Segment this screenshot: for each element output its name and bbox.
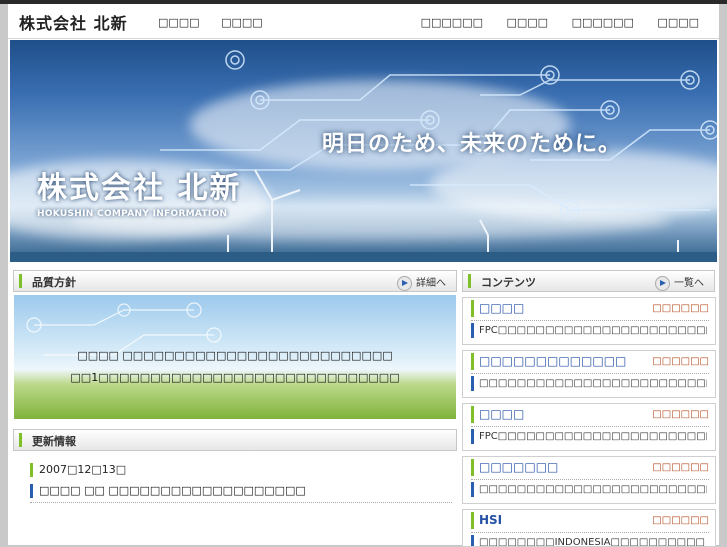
content-item-5[interactable]: HSI □□□□□□ □□□□□□□□INDONESIA□□□□□□□□□□ (462, 509, 716, 547)
content-item-title[interactable]: □□□□ (471, 300, 524, 317)
nav-left-item-2[interactable]: □□□□ (221, 16, 263, 29)
contents-panel-header: コンテンツ 一覧へ (462, 270, 715, 292)
content-item-desc: □□□□□□□□□□□□□□□□□□□□□□□□□□ (471, 482, 707, 497)
contents-more-label: 一覧へ (674, 278, 704, 289)
quality-more-label: 詳細へ (416, 278, 446, 289)
site-logo[interactable]: 株式会社 北新 (19, 10, 128, 34)
news-panel-header: 更新情報 (13, 429, 457, 451)
nav-right-item-3[interactable]: □□□□□□ (572, 16, 634, 29)
page-container: 株式会社 北新 □□□□ □□□□ □□□□□□ □□□□ □□□□□□ □□□… (8, 4, 719, 547)
content-item-desc: □□□□□□□□INDONESIA□□□□□□□□□□ (471, 535, 707, 546)
divider (471, 532, 709, 533)
hero-company-english: HOKUSHIN COMPANY INFORMATION (37, 209, 228, 219)
content-item-4[interactable]: □□□□□□□ □□□□□□ □□□□□□□□□□□□□□□□□□□□□□□□□… (462, 456, 716, 504)
quality-more-link[interactable]: 詳細へ (397, 274, 446, 291)
quality-line-1: □□□□ □□□□□□□□□□□□□□□□□□□□□□□□□□ (77, 349, 393, 362)
nav-left-item-1[interactable]: □□□□ (158, 16, 200, 29)
nav-left: □□□□ □□□□ (158, 16, 281, 29)
quality-title: 品質方針 (32, 276, 76, 289)
contents-more-link[interactable]: 一覧へ (655, 274, 704, 291)
nav-right-item-1[interactable]: □□□□□□ (421, 16, 483, 29)
site-header: 株式会社 北新 □□□□ □□□□ □□□□□□ □□□□ □□□□□□ □□□… (8, 4, 719, 39)
divider (471, 426, 709, 427)
content-item-tag: □□□□□□ (652, 462, 709, 473)
hero-tagline: 明日のため、未来のために。 (322, 132, 622, 157)
content-item-tag: □□□□□□ (652, 409, 709, 420)
content-item-title[interactable]: □□□□ (471, 406, 524, 423)
nav-right-item-2[interactable]: □□□□ (506, 16, 548, 29)
news-list: 2007□12□13□ □□□□ □□ □□□□□□□□□□□□□□□□□□□ (14, 456, 456, 516)
divider (471, 373, 709, 374)
content-item-tag: □□□□□□ (652, 356, 709, 367)
content-item-title[interactable]: □□□□□□□□□□□□□ (471, 353, 626, 370)
content-item-2[interactable]: □□□□□□□□□□□□□ □□□□□□ □□□□□□□□□□□□□□□□□□□… (462, 350, 716, 398)
quality-panel-header: 品質方針 詳細へ (13, 270, 457, 292)
content-item-3[interactable]: □□□□ □□□□□□ FPC□□□□□□□□□□□□□□□□□□□□□□□□□ (462, 403, 716, 451)
content-item-desc: FPC□□□□□□□□□□□□□□□□□□□□□□□□□□□□□□□□□□ (471, 323, 707, 338)
content-item-tag: □□□□□□ (652, 515, 709, 526)
nav-right: □□□□□□ □□□□ □□□□□□ □□□□ (401, 16, 699, 29)
hero-company-name: 株式会社 北新 (37, 171, 242, 206)
hero-banner: 明日のため、未来のために。 株式会社 北新 HOKUSHIN COMPANY I… (10, 40, 717, 262)
content-item-1[interactable]: □□□□ □□□□□□ FPC□□□□□□□□□□□□□□□□□□□□□□□□□… (462, 297, 716, 345)
content-item-title[interactable]: □□□□□□□ (471, 459, 558, 476)
contents-title: コンテンツ (481, 276, 536, 289)
content-item-title[interactable]: HSI (471, 512, 502, 529)
content-item-tag: □□□□□□ (652, 303, 709, 314)
quality-line-2: □□1□□□□□□□□□□□□□□□□□□□□□□□□□□□□□ (70, 371, 400, 384)
accent-bar (468, 274, 471, 288)
play-arrow-icon (655, 275, 670, 291)
divider (30, 502, 452, 503)
content-item-desc: □□□□□□□□□□□□□□□□□□□□□□□□□□□□□□□□□□□□□ (471, 376, 707, 391)
accent-bar (19, 274, 22, 288)
hero-company-logo: 株式会社 北新 HOKUSHIN COMPANY INFORMATION (37, 163, 241, 219)
news-item-link[interactable]: □□□□ □□ □□□□□□□□□□□□□□□□□□□ (30, 484, 306, 498)
news-date: 2007□12□13□ (30, 463, 126, 477)
divider (471, 320, 709, 321)
quality-image: □□□□ □□□□□□□□□□□□□□□□□□□□□□□□□□ □□1□□□□□… (14, 295, 456, 419)
accent-bar (19, 433, 22, 447)
divider (471, 479, 709, 480)
play-arrow-icon (397, 275, 412, 291)
news-title: 更新情報 (32, 435, 76, 448)
nav-right-item-4[interactable]: □□□□ (657, 16, 699, 29)
content-item-desc: FPC□□□□□□□□□□□□□□□□□□□□□□□□□ (471, 429, 707, 444)
